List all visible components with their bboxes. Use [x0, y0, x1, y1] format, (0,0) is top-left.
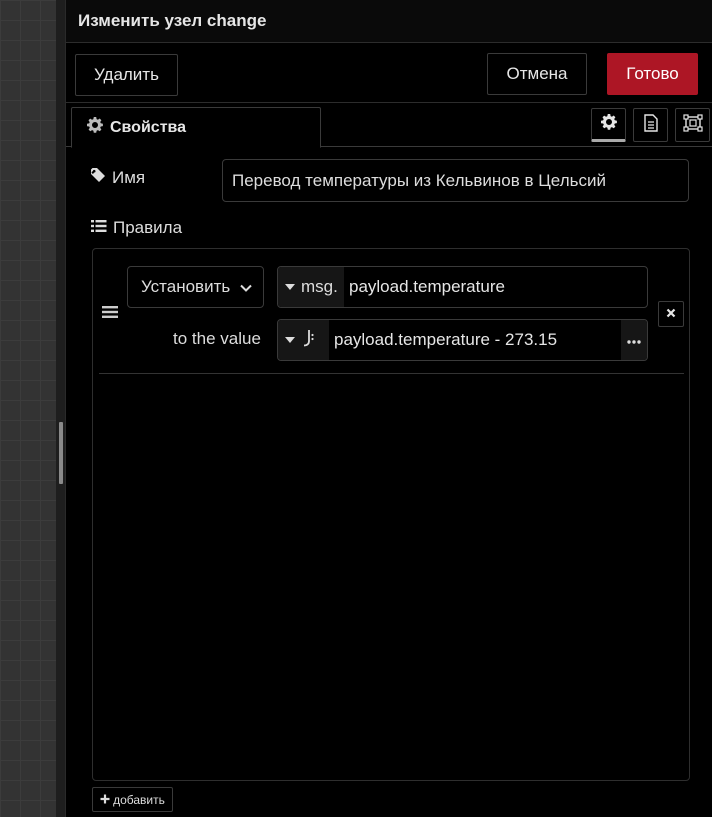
caret-down-icon — [285, 284, 295, 290]
cancel-button[interactable]: Отмена — [487, 53, 587, 95]
rule-target-input[interactable]: msg. payload.temperature — [277, 266, 648, 308]
rule-action-select[interactable]: Установить — [127, 266, 264, 308]
tab-description[interactable] — [633, 108, 668, 142]
value-expression[interactable]: payload.temperature - 273.15 — [329, 330, 557, 350]
rules-label: Правила — [91, 218, 182, 238]
delete-button[interactable]: Удалить — [75, 54, 178, 96]
gear-icon — [600, 113, 617, 135]
expression-editor-button[interactable] — [621, 320, 647, 360]
jsonata-icon — [301, 328, 315, 353]
rule-value-input[interactable]: payload.temperature - 273.15 — [277, 319, 648, 361]
chevron-down-icon — [239, 280, 253, 300]
rule-divider — [99, 373, 684, 374]
add-rule-button[interactable]: добавить — [92, 787, 173, 812]
name-input[interactable]: Перевод температуры из Кельвинов в Цельс… — [222, 159, 689, 202]
drag-handle-icon[interactable] — [102, 305, 118, 324]
appearance-icon — [682, 113, 703, 137]
tab-settings[interactable] — [591, 108, 626, 142]
plus-icon — [100, 793, 110, 807]
done-button[interactable]: Готово — [607, 53, 698, 95]
tab-appearance[interactable] — [675, 108, 710, 142]
ellipsis-icon — [627, 331, 641, 349]
tray-title: Изменить узел change — [78, 11, 267, 30]
document-icon — [643, 113, 658, 137]
value-type-selector[interactable] — [278, 320, 329, 360]
panel-splitter[interactable] — [56, 0, 66, 817]
tray-header: Изменить узел change — [66, 0, 712, 43]
splitter-handle[interactable] — [59, 422, 63, 484]
tabs-row: Свойства — [66, 104, 712, 148]
caret-down-icon — [285, 337, 295, 343]
name-label: Имя — [91, 168, 145, 188]
tag-icon — [91, 168, 106, 188]
list-icon — [91, 218, 107, 238]
rules-list: Установить msg. payload.temperature to t… — [92, 248, 690, 781]
workspace-canvas[interactable] — [0, 0, 56, 817]
to-value-label: to the value — [173, 329, 261, 348]
tray-toolbar: Удалить Отмена Готово — [66, 43, 712, 103]
gear-icon — [87, 117, 103, 138]
tab-properties[interactable]: Свойства — [71, 107, 321, 148]
target-type-selector[interactable]: msg. — [278, 267, 344, 307]
remove-rule-button[interactable] — [658, 301, 684, 327]
edit-tray: Изменить узел change Удалить Отмена Гото… — [66, 0, 712, 817]
target-value[interactable]: payload.temperature — [344, 277, 505, 297]
close-icon — [666, 305, 676, 323]
tab-properties-label: Свойства — [110, 118, 187, 136]
